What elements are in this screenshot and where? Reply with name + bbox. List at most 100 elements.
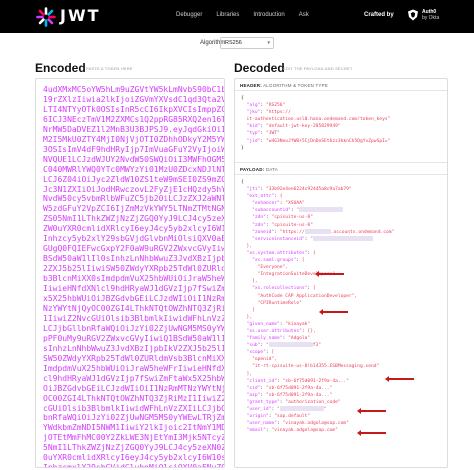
nav-item-ask[interactable]: Ask bbox=[299, 12, 309, 18]
header-section-head: HEADER: ALGORITHM & TOKEN TYPE bbox=[235, 79, 447, 91]
main-nav: Debugger Libraries Introduction Ask bbox=[176, 12, 309, 18]
json-key: "origin" bbox=[246, 414, 269, 420]
encoded-line: sInhzLnNhbWwuZ3JvdXBzIjpbIkV2ZXJ5b25lIiw… bbox=[43, 343, 225, 353]
chevron-down-icon: ▾ bbox=[267, 40, 270, 46]
json-key: "sub" bbox=[246, 343, 261, 349]
json-key: "typ" bbox=[246, 131, 261, 137]
decoded-subtitle: EDIT THE PAYLOAD AND SECRET bbox=[283, 66, 353, 71]
json-line: "alg": "RS256" bbox=[246, 103, 286, 109]
auth0-shield-icon[interactable] bbox=[407, 9, 419, 21]
encoded-token-textarea[interactable]: 4udXMxMC5oYW5hLm9uZGVtYW5kLmNvbS90bC1b 19… bbox=[35, 78, 225, 468]
encoded-line: 4udXMxMC5oYW5hLm9uZGVtYW5kLmNvbS90bC1b bbox=[43, 85, 225, 94]
json-line: "zdn": "cpisuite-us-8" bbox=[246, 222, 313, 228]
payload-section-label: PAYLOAD: bbox=[240, 167, 265, 172]
json-value: ], bbox=[246, 279, 258, 285]
json-value: "sb-6f75d091-2f9a-4a..." bbox=[265, 385, 333, 391]
json-value: "it-rt-cpisuite-us-8!b14355.ESBMessaging… bbox=[246, 364, 380, 370]
redacted-value bbox=[312, 235, 373, 241]
json-value: }, bbox=[246, 314, 253, 320]
encoded-line: cGUiOlsib3BlbmlkIiwidWFhLnVzZXIiLCJjbGll bbox=[43, 403, 225, 413]
json-value: [ bbox=[271, 350, 275, 356]
encoded-line: Inhzcy5yb2xlY29sbGVjdGlvbnMiOlsiQXV0aENv… bbox=[43, 234, 225, 244]
payload-json-editor[interactable]: { "jti": "33b92e4ee6224c92445a8c9a7ab79"… bbox=[235, 175, 447, 438]
json-value: "Everyone", bbox=[246, 265, 289, 271]
json-value: "AuthCode CAP ApplicationDeveloper", bbox=[246, 293, 358, 299]
json-key: "xs.rolecollections" bbox=[246, 286, 308, 292]
json-key: "given_name" bbox=[246, 321, 280, 327]
json-key: "xs.user.attributes" bbox=[246, 328, 302, 334]
json-line: }, bbox=[241, 314, 441, 321]
crafted-by-label: Crafted by bbox=[364, 12, 394, 18]
redacted-value bbox=[279, 406, 324, 411]
json-line: "openid", bbox=[241, 356, 441, 363]
json-key: "azp" bbox=[246, 392, 261, 398]
json-line: "CPIRuntimeRole" bbox=[241, 300, 441, 307]
brace-open: { bbox=[241, 180, 244, 185]
json-value: ], bbox=[246, 371, 253, 377]
encoded-line: cl9hdHRyaWJ1dGVzIjp7fSwiZmFtaWx5X25hbWUi bbox=[43, 373, 225, 383]
jwt-logo-icon[interactable] bbox=[36, 7, 56, 27]
nav-item-debugger[interactable]: Debugger bbox=[176, 12, 202, 18]
json-value: "https:// bbox=[265, 110, 291, 116]
annotation-arrow-rolecollections bbox=[319, 309, 348, 314]
annotation-arrow-scope bbox=[385, 376, 414, 381]
nav-item-introduction[interactable]: Introduction bbox=[253, 12, 284, 18]
json-key: "jku" bbox=[246, 110, 261, 116]
json-key: "client_id" bbox=[246, 378, 277, 384]
encoded-line: InhzcmxlY29sbGVjdGlvbnMiOlsiQXV0aENvZGUg bbox=[43, 463, 225, 468]
encoded-line: GUgQ0FQIEFwcGxpY2F0aW9uRGV2ZWxvcGVyIiwiQ… bbox=[43, 244, 225, 254]
json-value: "XSUAA" bbox=[285, 201, 305, 207]
algorithm-value: RS256 bbox=[225, 40, 242, 46]
app-name[interactable]: JWT bbox=[60, 6, 101, 25]
json-key: "kid" bbox=[246, 124, 261, 130]
annotation-arrow-user-name bbox=[357, 430, 386, 435]
annotation-arrow-saml-groups bbox=[315, 271, 344, 276]
json-line: "given_name": "kinayak" bbox=[246, 321, 311, 327]
json-value: ] bbox=[246, 307, 255, 313]
header-json-editor[interactable]: { "alg": "RS256" "jku": "https:// it-aut… bbox=[235, 91, 447, 163]
encoded-line: Jc3N1ZXIiOiJodHRwczovL2FyZjE1cHQzdy5hY2 bbox=[43, 184, 225, 194]
json-value: "cpisuite-us-8" bbox=[271, 222, 313, 228]
json-key: "zdn" bbox=[246, 215, 266, 221]
encoded-line: BSdW50aW1lIl0sInhzLnNhbWwuZ3JvdXBzIjpbIk… bbox=[43, 254, 225, 264]
json-value: "CPIRuntimeRole" bbox=[246, 300, 302, 306]
encoded-line: NvdW50cy5vbmRlbWFuZC5jb20iLCJzZXJ2aWNla bbox=[43, 194, 225, 204]
json-key: "subaccountid" bbox=[246, 208, 291, 214]
header-section-label: HEADER: bbox=[240, 83, 262, 88]
encoded-line: OC00ZGI4LThkNTQtOWZhNTQ3ZjRiMzI1IiwiZ2Nv bbox=[43, 393, 225, 403]
auth0-brand[interactable]: Auth0 by Okta bbox=[422, 9, 439, 21]
payload-section-sublabel: DATA bbox=[265, 167, 278, 172]
json-value: "https:// bbox=[279, 229, 305, 235]
encoded-line: 5NmI1LThkZWZjNzZjZGQ0YyJ9LCJ4cy5zeXN0ZW bbox=[43, 443, 225, 453]
algorithm-select[interactable]: RS256 ▾ bbox=[220, 37, 274, 49]
json-value: it-authentication.usl0.hana.ondemand.com… bbox=[246, 117, 391, 123]
json-line: "typ": "JWT" bbox=[246, 131, 280, 137]
annotation-arrow-grant-type bbox=[357, 408, 386, 413]
encoded-line: LTI4NTYyOTk0OSIsInR5cCI6IkpXVCIsImppZCI bbox=[43, 104, 225, 114]
encoded-line: 3OSIsImV4dF9hdHRyIjp7ImVuaGFuY2VyIjoiWF bbox=[43, 144, 225, 154]
encoded-line: IiwieHNfdXNlcl9hdHRyaWJ1dGVzIjp7fSwiZmFt… bbox=[43, 284, 224, 294]
json-line: "origin": "sap.default" bbox=[246, 414, 311, 420]
brace-close: } bbox=[241, 145, 244, 151]
encoded-line: 2ZXJ5b25lIiwiSW50ZWdyYXRpb25TdWl0ZURldmV… bbox=[43, 264, 225, 274]
encoded-line: LCJ6Z04iOiJyc2ZldW10ZS1teW9mSEI0ZS9mZGN bbox=[43, 174, 225, 184]
encoded-line: NzYWYtNjQyOC00ZGI4LThkNTQtOWZhNTQ3ZjRiMz… bbox=[43, 303, 225, 313]
json-value: "cpisuite-us-8" bbox=[271, 215, 313, 221]
nav-item-libraries[interactable]: Libraries bbox=[216, 12, 239, 18]
json-value: "sb-6f75d091-2f9a-4a..." bbox=[265, 392, 333, 398]
encoded-line: OiJBZGdvbGEiLCJzdWIiOiI1NzRmMTNzYWYtNjQy bbox=[43, 383, 225, 393]
redacted-value bbox=[299, 207, 344, 213]
encoded-line: x5X25hbWUiOiJBZGdvbGEiLCJzdWIiOiI1NzRmMT bbox=[43, 294, 225, 304]
encoded-line: YWdkbmZmNDI5NWM1IiwiY2lkIjoic2ItNmY1MDR bbox=[43, 423, 225, 433]
json-line: "jid": "w4G3NeuJfW0+5CjDnDoSEt6zz3kknCh5… bbox=[246, 138, 391, 144]
json-line: "serviceinstanceid": " bbox=[241, 235, 441, 243]
json-line: "enhancer": "XSUAA" bbox=[246, 201, 305, 207]
json-line: "xs.system.attributes": { bbox=[246, 250, 316, 256]
json-line: "zoneid": "https://.accounts.ondemand.co… bbox=[246, 228, 395, 235]
json-key: "alg" bbox=[246, 103, 261, 109]
json-value-tail: " bbox=[323, 407, 327, 412]
header-section-sublabel: ALGORITHM & TOKEN TYPE bbox=[263, 83, 329, 88]
json-line: "jku": "https:// bbox=[246, 110, 291, 116]
json-value: [ bbox=[301, 258, 305, 264]
json-key: "user_name" bbox=[246, 421, 277, 427]
